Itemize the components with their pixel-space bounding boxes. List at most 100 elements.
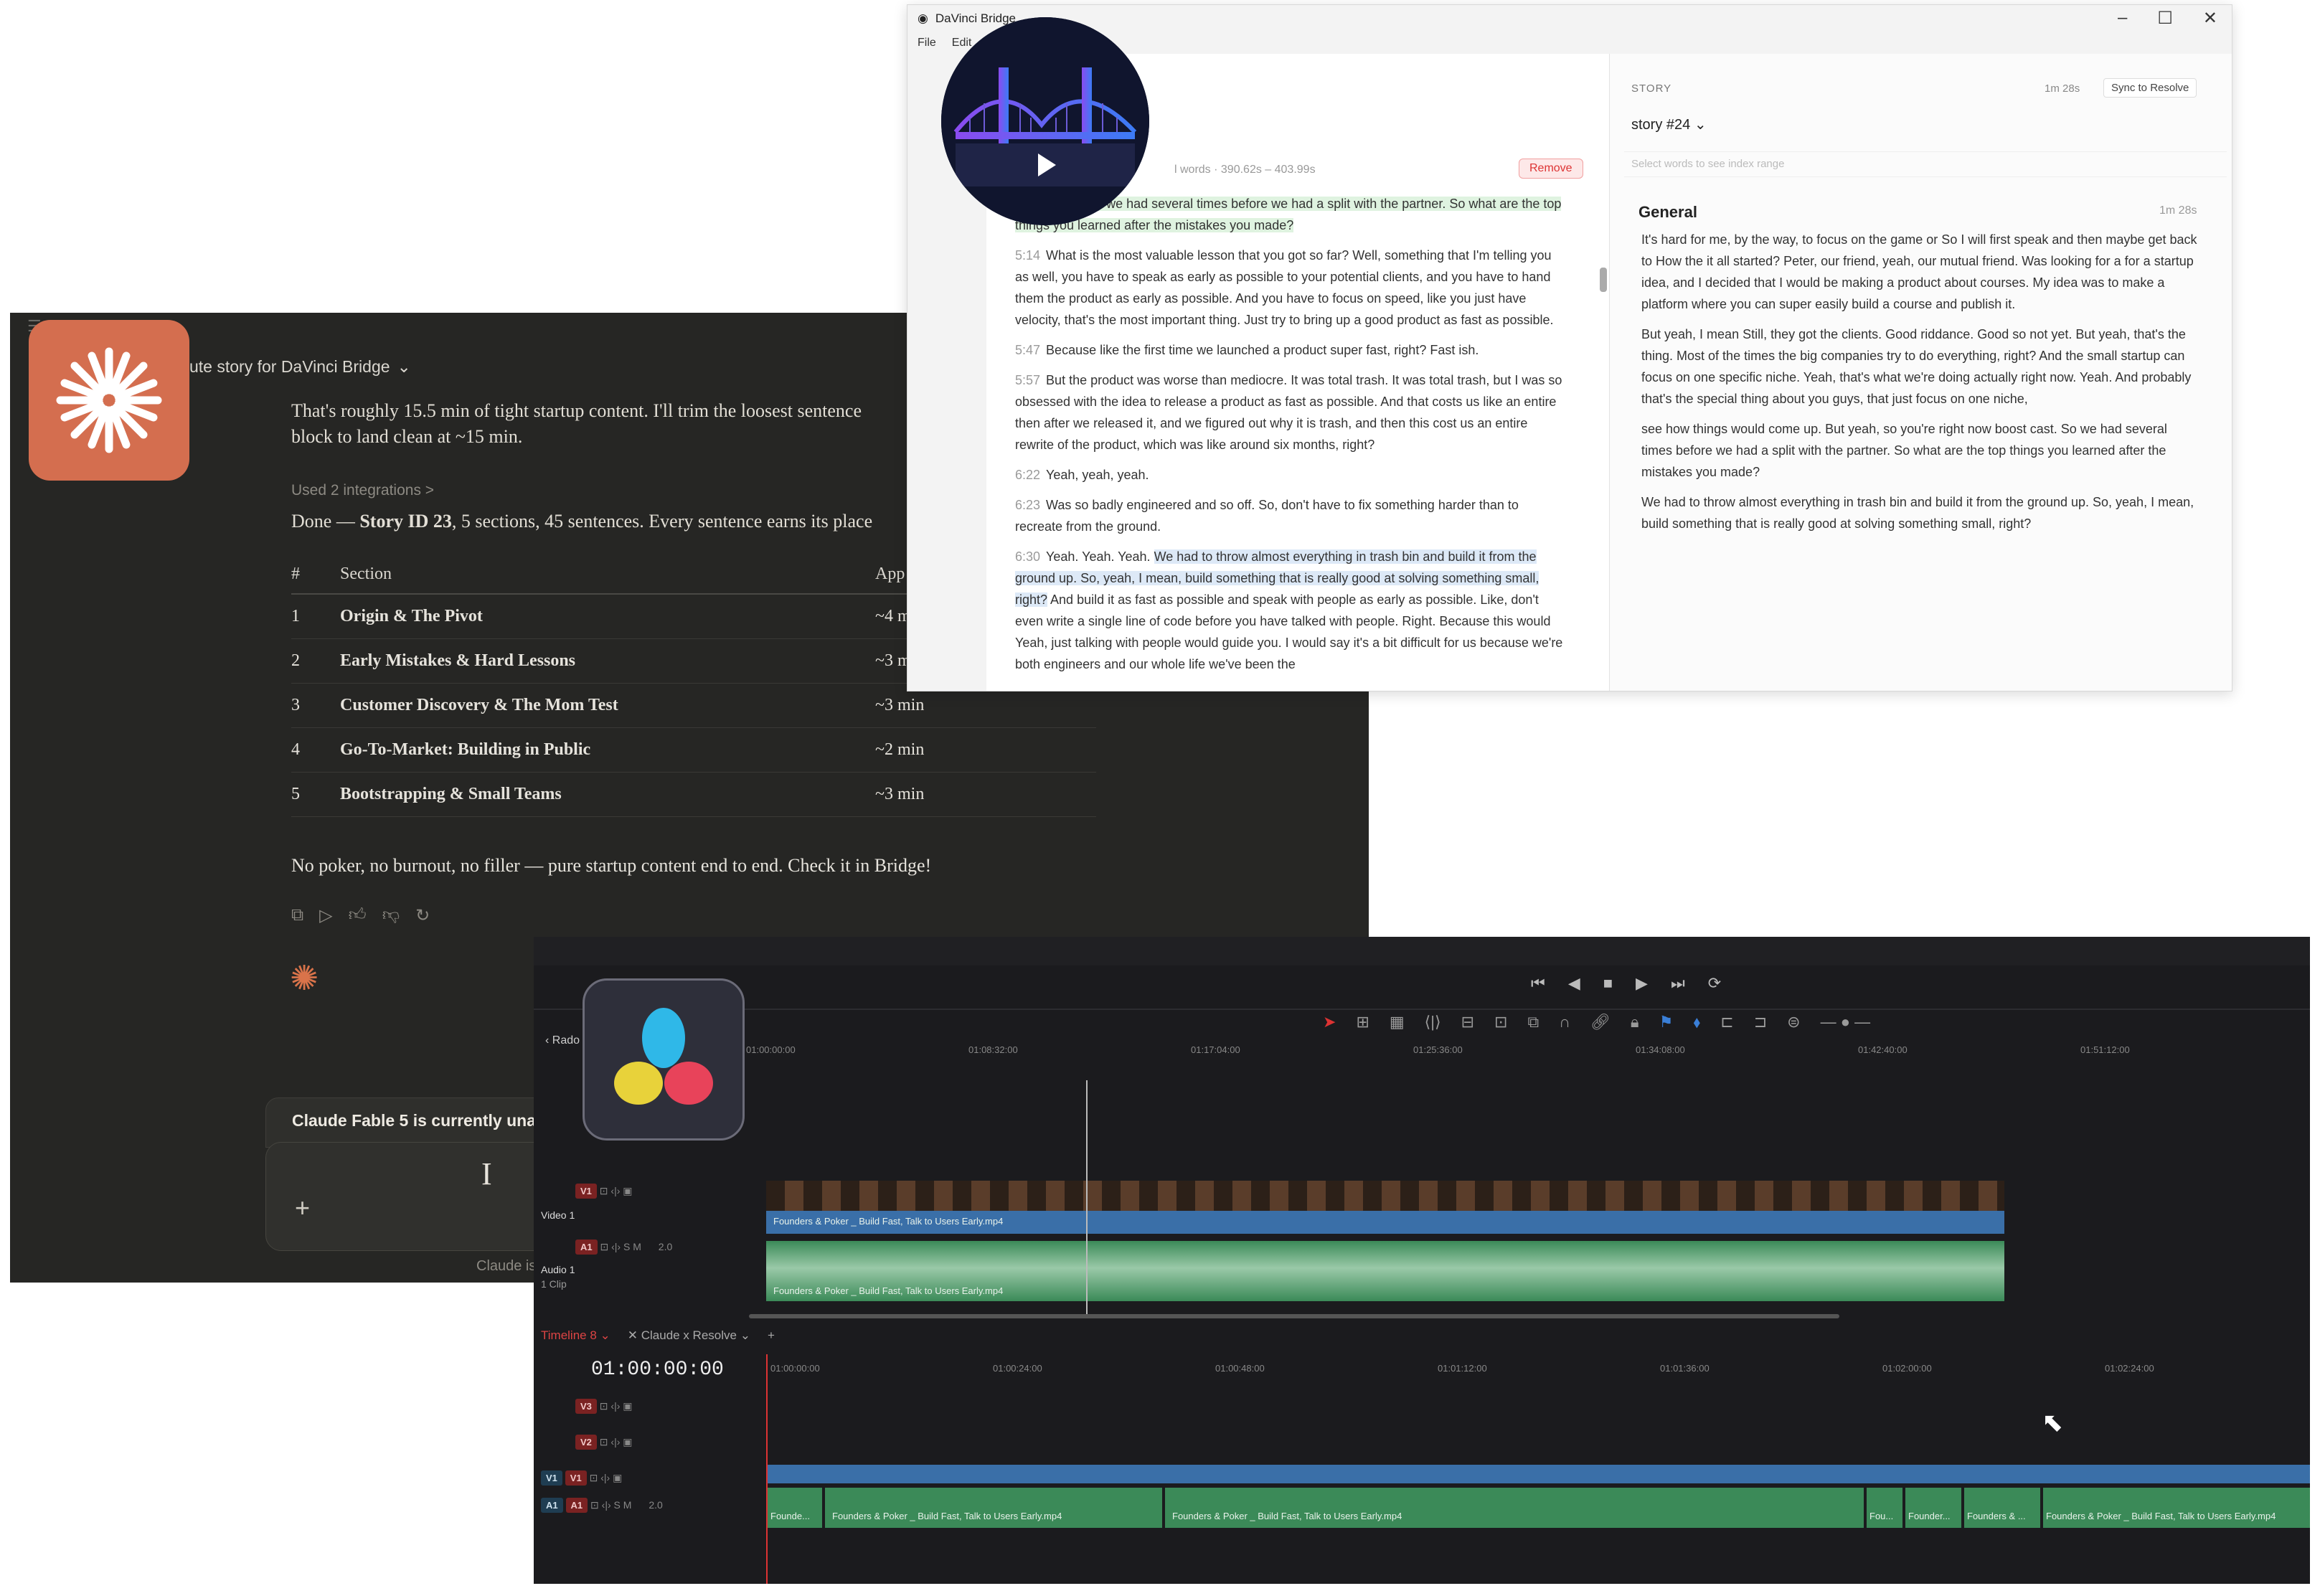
lock-icon[interactable]: 🔒︎ [1631, 1013, 1639, 1031]
zoom-detail-icon[interactable]: ⊐ [1754, 1013, 1767, 1031]
transcript[interactable]: boost cast. So we had several times befo… [1015, 193, 1567, 684]
ruler-tick: 01:01:12:00 [1438, 1363, 1487, 1374]
segment-timestamp: 6:30 [1015, 549, 1041, 564]
snapping-icon[interactable]: ∩ [1559, 1013, 1570, 1031]
track-controls-icon[interactable]: ⊡ ‹|› ▣ [600, 1400, 633, 1412]
audio-clip[interactable]: Fou... [1867, 1488, 1902, 1528]
transcript-segment[interactable]: 6:23 Was so badly engineered and so off. … [1015, 494, 1567, 537]
marker-icon[interactable]: ⬧ [1693, 1013, 1700, 1031]
v1-source-badge[interactable]: V1 [541, 1470, 562, 1486]
zoom-slider[interactable]: — ● — [1821, 1013, 1871, 1031]
selection-tool-icon[interactable]: ➤ [1323, 1013, 1336, 1031]
track-controls-icon[interactable]: ⊡ ‹|› ▣ [600, 1185, 633, 1196]
assistant-message-line: block to land clean at ~15 min. [291, 426, 523, 447]
resolve-window: ⏮ ◀ ■ ▶ ⏭ ⟳ ➤ ⊞ ▦ ⟨|⟩ ⊟ ⊡ ⧉ ∩ 🔗︎ 🔒︎ ⚑ ⬧ … [534, 937, 2310, 1584]
add-tab-icon[interactable]: + [768, 1328, 775, 1343]
transcript-scrollbar[interactable] [1598, 190, 1608, 691]
stop-icon[interactable]: ■ [1603, 974, 1613, 993]
segment-text: Was so badly engineered and so off. So, … [1015, 498, 1519, 534]
segment-text: But the product was worse than mediocre.… [1015, 373, 1562, 452]
go-end-icon[interactable]: ⏭ [1671, 974, 1685, 993]
copy-icon[interactable]: ⧉ [291, 905, 303, 926]
a1-badge[interactable]: A1 [565, 1498, 588, 1513]
used-integrations-toggle[interactable]: Used 2 integrations > [291, 482, 434, 499]
mute-button[interactable]: M [623, 1499, 632, 1511]
scrollbar-thumb[interactable] [1600, 268, 1607, 292]
replace-clip-icon[interactable]: ⧉ [1527, 1013, 1539, 1031]
retry-icon[interactable]: ↻ [415, 905, 430, 926]
reverse-icon[interactable]: ◀ [1568, 974, 1580, 993]
loop-icon[interactable]: ⟳ [1708, 974, 1721, 993]
v1-badge[interactable]: V1 [575, 1184, 597, 1199]
story-select-value: story #24 [1631, 117, 1691, 133]
flag-icon[interactable]: ⚑ [1659, 1013, 1674, 1031]
horizontal-scrollbar[interactable] [749, 1314, 1839, 1318]
transcript-segment[interactable]: 6:30 Yeah. Yeah. Yeah. We had to throw al… [1015, 546, 1567, 675]
upper-timeline-ruler[interactable]: 01:00:00:00 01:08:32:00 01:17:04:00 01:2… [746, 1044, 2310, 1087]
tab-claude-x-resolve[interactable]: ✕ Claude x Resolve ⌄ [628, 1328, 750, 1343]
audio-clip[interactable]: Founde... [768, 1488, 822, 1528]
audio-clip[interactable]: Founders & Poker _ Build Fast, Talk to U… [766, 1241, 2004, 1301]
go-start-icon[interactable]: ⏮ [1531, 974, 1545, 993]
video-clip[interactable]: Founders & Poker _ Build Fast, Talk to U… [766, 1211, 2004, 1234]
thumbs-down-icon[interactable]: 👎︎ [382, 905, 400, 926]
v3-badge[interactable]: V3 [575, 1399, 597, 1414]
link-icon[interactable]: 🔗︎ [1590, 1013, 1611, 1031]
upper-playhead[interactable] [1086, 1080, 1088, 1314]
transcript-segment[interactable]: 5:47 Because like the first time we launc… [1015, 339, 1567, 361]
zoom-custom-icon[interactable]: ⊜ [1787, 1013, 1800, 1031]
tab-timeline-8[interactable]: Timeline 8 ⌄ [541, 1328, 610, 1343]
overwrite-clip-icon[interactable]: ⊡ [1494, 1013, 1507, 1031]
sync-to-resolve-button[interactable]: Sync to Resolve [2103, 78, 2197, 98]
a1-badge[interactable]: A1 [575, 1240, 598, 1255]
transcript-segment[interactable]: 5:14 What is the most valuable lesson tha… [1015, 245, 1567, 331]
lower-timeline-ruler[interactable]: 01:00:00:00 01:00:24:00 01:00:48:00 01:0… [770, 1363, 2306, 1406]
track-controls-icon[interactable]: ⊡ ‹|› [590, 1499, 611, 1511]
play-icon[interactable]: ▷ [319, 905, 332, 926]
clip-name: Fou... [1869, 1511, 1894, 1521]
track-controls-icon[interactable]: ⊡ ‹|› ▣ [590, 1472, 623, 1483]
v2-badge[interactable]: V2 [575, 1435, 597, 1450]
mute-button[interactable]: M [633, 1241, 641, 1252]
audio-level: 2.0 [658, 1241, 673, 1252]
track-controls-icon[interactable]: ⊡ ‹|› [600, 1241, 621, 1252]
trim-tool-icon[interactable]: ⊞ [1356, 1013, 1369, 1031]
tab-label: Timeline 8 [541, 1328, 597, 1342]
v1-badge[interactable]: V1 [565, 1470, 587, 1486]
insert-clip-icon[interactable]: ⊟ [1461, 1013, 1474, 1031]
solo-button[interactable]: S [614, 1499, 621, 1511]
thumbs-up-icon[interactable]: 👍︎ [349, 905, 367, 926]
audio-clip[interactable]: Founders & Poker _ Build Fast, Talk to U… [2043, 1488, 2310, 1528]
transcript-segment[interactable]: 5:57 But the product was worse than medio… [1015, 369, 1567, 455]
audio-clip[interactable]: Founder... [1905, 1488, 1961, 1528]
menu-file[interactable]: File [918, 37, 936, 49]
audio-clip[interactable]: Founders & Poker _ Build Fast, Talk to U… [1165, 1488, 1864, 1528]
dynamic-trim-icon[interactable]: ⟨|⟩ [1425, 1013, 1441, 1031]
v1-clips[interactable] [768, 1465, 2310, 1483]
play-icon[interactable]: ▶ [1636, 974, 1648, 993]
done-prefix: Done — [291, 511, 360, 532]
transcript-segment[interactable]: 6:22 Yeah, yeah, yeah. [1015, 464, 1567, 486]
a1-source-badge[interactable]: A1 [541, 1498, 563, 1513]
lower-playhead[interactable] [766, 1354, 768, 1584]
section-body[interactable]: It's hard for me, by the way, to focus o… [1641, 229, 2201, 543]
remove-button[interactable]: Remove [1519, 159, 1583, 179]
upper-track-name-text: Rado [552, 1034, 580, 1047]
menu-edit[interactable]: Edit [952, 37, 972, 49]
ruler-tick: 01:25:36:00 [1413, 1044, 1463, 1055]
segment-text: Because like the first time we launched … [1046, 343, 1479, 357]
maximize-icon[interactable]: ☐ [2157, 8, 2173, 29]
blade-tool-icon[interactable]: ▦ [1390, 1013, 1405, 1031]
chat-title[interactable]: ute story for DaVinci Bridge ⌄ [189, 357, 411, 377]
ruler-tick: 01:02:24:00 [2105, 1363, 2154, 1374]
story-select[interactable]: story #24 ⌄ [1631, 115, 1707, 133]
audio1-clip-count: 1 Clip [541, 1278, 567, 1290]
solo-button[interactable]: S [623, 1241, 630, 1252]
audio-clip[interactable]: Founders & Poker _ Build Fast, Talk to U… [825, 1488, 1162, 1528]
close-icon[interactable]: ✕ [2203, 8, 2217, 29]
zoom-fit-icon[interactable]: ⊏ [1720, 1013, 1733, 1031]
minimize-icon[interactable]: – [2118, 8, 2127, 29]
add-attachment-icon[interactable]: + [295, 1193, 310, 1223]
audio-clip[interactable]: Founders & ... [1964, 1488, 2040, 1528]
track-controls-icon[interactable]: ⊡ ‹|› ▣ [600, 1436, 633, 1448]
